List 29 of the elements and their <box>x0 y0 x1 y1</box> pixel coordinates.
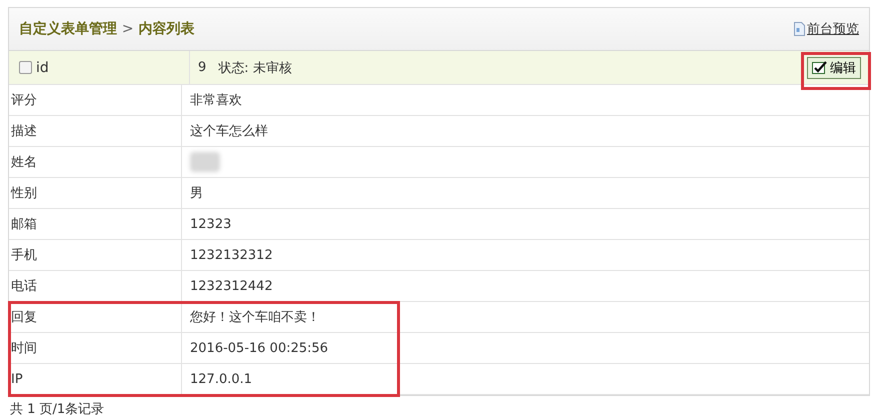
field-value: 这个车怎么样 <box>190 123 268 140</box>
id-value: 9 <box>198 60 206 75</box>
field-label: 手机 <box>9 240 182 270</box>
field-label: 性别 <box>9 178 182 208</box>
document-icon <box>794 22 805 36</box>
checkbox[interactable] <box>19 61 32 74</box>
field-value: 男 <box>190 185 203 202</box>
checkmark-icon <box>812 61 828 74</box>
field-value: 非常喜欢 <box>190 92 242 109</box>
field-label: 邮箱 <box>9 209 182 239</box>
breadcrumb: 自定义表单管理 > 内容列表 <box>19 20 194 38</box>
field-value: 1232312442 <box>190 278 273 294</box>
field-label: 时间 <box>9 333 182 363</box>
status-text: 状态: 未审核 <box>218 60 293 76</box>
field-label: 姓名 <box>9 147 182 177</box>
field-label: 评分 <box>9 85 182 115</box>
field-value: 您好！这个车咱不卖！ <box>190 309 320 326</box>
field-label: IP <box>9 364 182 394</box>
field-value: 127.0.0.1 <box>190 372 252 386</box>
field-label: 描述 <box>9 116 182 146</box>
field-value: 2016-05-16 00:25:56 <box>190 340 328 356</box>
field-label: 电话 <box>9 271 182 301</box>
edit-button[interactable]: 编辑 <box>807 56 861 78</box>
page-summary: 共 1 页/1条记录 <box>9 401 106 418</box>
field-value: 12323 <box>190 216 232 232</box>
id-label: id <box>36 60 49 76</box>
field-label: 回复 <box>9 302 182 332</box>
field-value: 1232132312 <box>190 248 273 262</box>
preview-link[interactable]: 前台预览 <box>794 20 859 38</box>
